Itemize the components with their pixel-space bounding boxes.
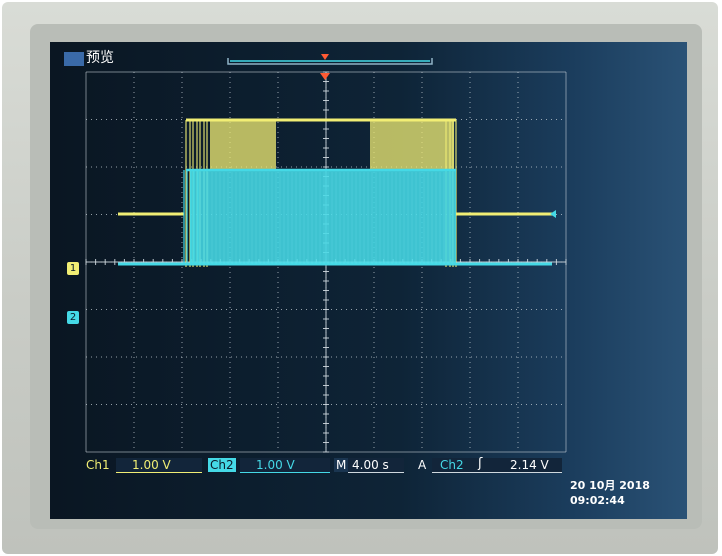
- time-readout: 09:02:44: [570, 494, 625, 507]
- trigger-position-marker: [320, 73, 330, 80]
- ch1-ground-marker[interactable]: 1: [67, 262, 79, 275]
- oscilloscope-screen: 预览 1 2 Ch1 1.00 V Ch2 1.00 V M 4.00 s A …: [50, 42, 687, 519]
- ch1-label: Ch1: [86, 458, 110, 472]
- trigger-mode-label: A: [418, 458, 427, 472]
- ch2-ground-marker[interactable]: 2: [67, 311, 79, 324]
- trigger-source: Ch2: [440, 458, 464, 472]
- timebase-value: 4.00 s: [352, 458, 389, 472]
- trigger-level-marker: [550, 210, 556, 218]
- ch2-label: Ch2: [208, 458, 236, 472]
- rising-edge-icon: ʃ: [478, 456, 483, 471]
- trigger-position-marker-top: [321, 54, 329, 60]
- ch2-waveform: [118, 168, 552, 266]
- ch1-scale: 1.00 V: [132, 458, 171, 472]
- trigger-level: 2.14 V: [510, 458, 549, 472]
- ch2-scale: 1.00 V: [256, 458, 295, 472]
- ch1-burst-block: [370, 120, 454, 170]
- mode-indicator-block: [64, 52, 84, 66]
- timebase-label: M: [334, 458, 349, 472]
- ch1-burst-block: [210, 120, 276, 170]
- waveform-display: [85, 54, 567, 453]
- mode-label: 预览: [86, 50, 114, 66]
- date-readout: 20 10月 2018: [570, 479, 650, 492]
